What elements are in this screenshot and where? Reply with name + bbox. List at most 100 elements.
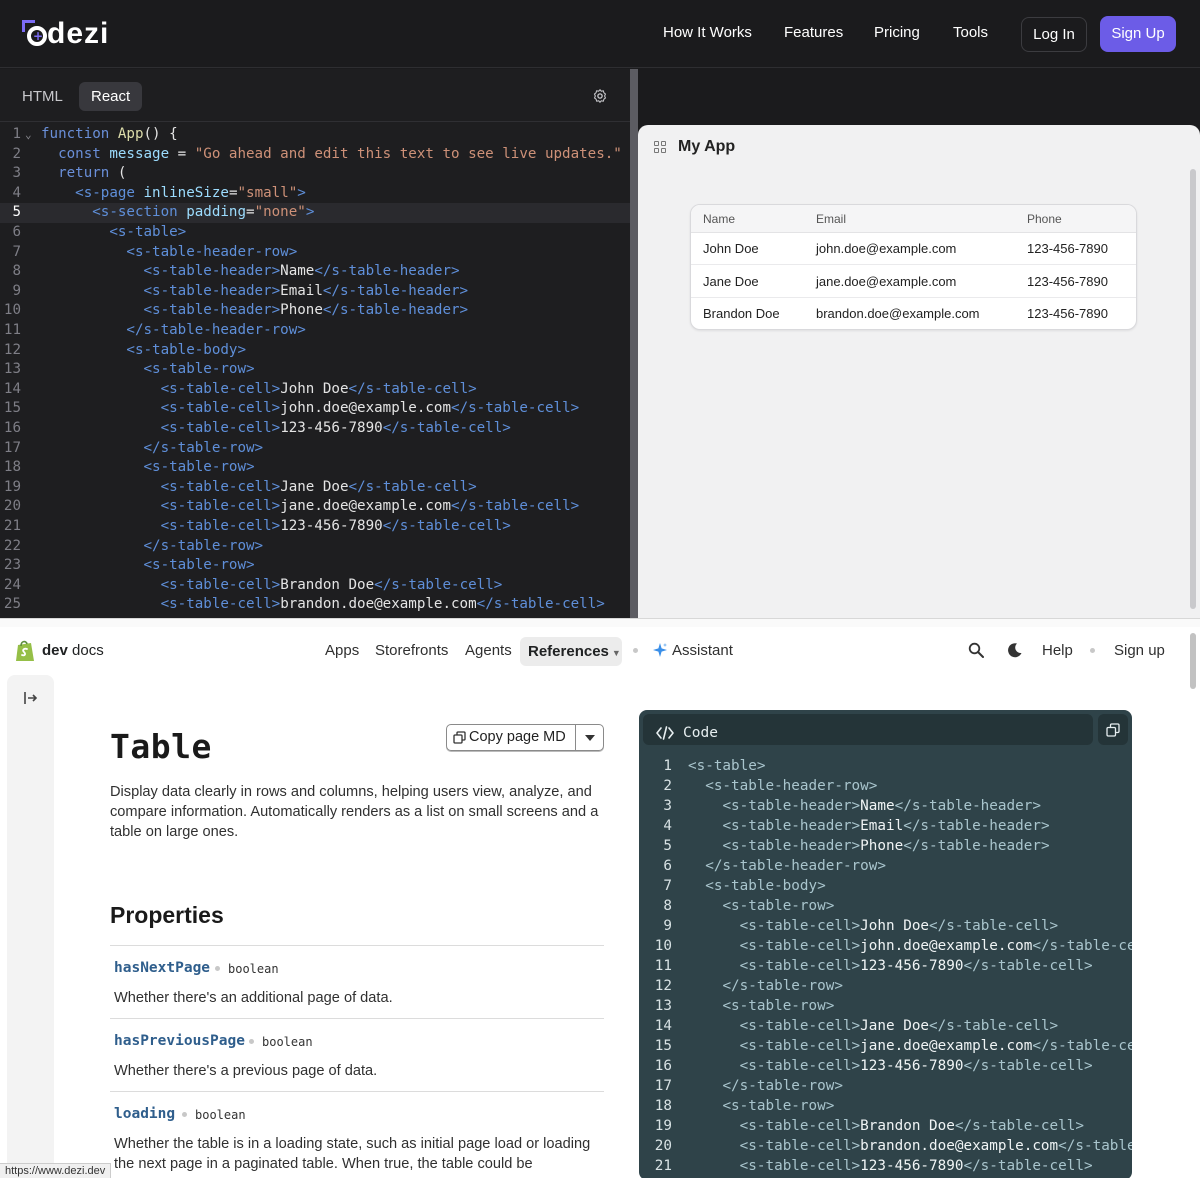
code-line[interactable]: 12 <s-table-body> — [0, 341, 630, 361]
nav-how-it-works[interactable]: How It Works — [663, 24, 752, 41]
code-text: <s-table-header>Phone</s-table-header> — [722, 838, 1050, 854]
line-number: 19 — [654, 1118, 672, 1134]
code-line[interactable]: 15 <s-table-cell>john.doe@example.com</s… — [0, 399, 630, 419]
login-button[interactable]: Log In — [1021, 17, 1087, 52]
fold-chevron-icon[interactable]: ⌄ — [25, 125, 32, 145]
copy-page-md-button[interactable]: Copy page MD — [447, 725, 576, 750]
top-navbar: + dezi How It Works Features Pricing Too… — [0, 0, 1200, 68]
code-text: <s-table-cell>123-456-7890</s-table-cell… — [160, 420, 511, 436]
table-cell: 123-456-7890 — [1027, 306, 1108, 321]
line-number: 18 — [654, 1098, 672, 1114]
signup-button[interactable]: Sign Up — [1100, 16, 1176, 52]
code-text: <s-table-header>Phone</s-table-header> — [143, 302, 469, 319]
property-item: hasPreviousPage boolean Whether there's … — [110, 1018, 604, 1091]
line-number: 6 — [12, 224, 21, 240]
code-line[interactable]: 16 <s-table-cell>123-456-7890</s-table-c… — [0, 419, 630, 439]
property-description: Whether the table is in a loading state,… — [114, 1136, 591, 1172]
code-line[interactable]: 11 </s-table-header-row> — [0, 321, 630, 341]
copy-options-dropdown[interactable] — [576, 725, 603, 750]
code-line[interactable]: 8 <s-table-header>Name</s-table-header> — [0, 262, 630, 282]
code-line[interactable]: 1 ⌄ function App() { — [0, 125, 630, 145]
line-number: 11 — [3, 322, 21, 338]
code-panel-label: Code — [683, 725, 718, 741]
docs-scrollbar[interactable] — [1190, 633, 1196, 689]
code-editor[interactable]: HTML React 1 ⌄ function App() {2 const mes… — [0, 69, 630, 618]
search-icon[interactable] — [968, 642, 984, 658]
code-line[interactable]: 6 <s-table> — [0, 223, 630, 243]
code-text: <s-table-cell>John Doe</s-table-cell> — [739, 918, 1059, 934]
property-name[interactable]: hasPreviousPage — [114, 1033, 245, 1049]
gear-icon[interactable] — [592, 88, 608, 104]
property-item: hasNextPage boolean Whether there's an a… — [110, 945, 604, 1018]
code-text: <s-table-cell>jane.doe@example.com</s-ta… — [739, 1038, 1132, 1054]
property-name[interactable]: hasNextPage — [114, 960, 210, 976]
nav-features[interactable]: Features — [784, 24, 843, 41]
code-panel-tab[interactable]: Code — [643, 714, 1093, 745]
line-number: 21 — [3, 518, 21, 534]
copy-code-button[interactable] — [1098, 714, 1128, 745]
code-line[interactable]: 9 <s-table-header>Email</s-table-header> — [0, 282, 630, 302]
code-line[interactable]: 23 <s-table-row> — [0, 556, 630, 576]
nav-tools[interactable]: Tools — [953, 24, 988, 41]
code-line[interactable]: 19 <s-table-cell>Jane Doe</s-table-cell> — [0, 478, 630, 498]
code-line[interactable]: 21 <s-table-cell>123-456-7890</s-table-c… — [0, 517, 630, 537]
code-text: <s-table-cell>jane.doe@example.com</s-ta… — [160, 498, 580, 515]
code-line[interactable]: 13 <s-table-row> — [0, 360, 630, 380]
code-line[interactable]: 20 <s-table-cell>jane.doe@example.com</s… — [0, 497, 630, 517]
code-line[interactable]: 10 <s-table-header>Phone</s-table-header… — [0, 301, 630, 321]
line-number: 17 — [654, 1078, 672, 1094]
code-line[interactable]: 7 <s-table-header-row> — [0, 243, 630, 263]
nav-agents[interactable]: Agents — [465, 642, 512, 659]
nav-assistant[interactable]: Assistant — [672, 642, 733, 659]
code-text: return ( — [58, 165, 127, 182]
preview-table: Name Email Phone John Doe john.doe@examp… — [690, 204, 1137, 330]
code-line[interactable]: 18 <s-table-row> — [0, 458, 630, 478]
code-text: <s-table-cell>123-456-7890</s-table-cell… — [739, 1158, 1093, 1174]
dezi-logo-icon: + — [22, 20, 48, 48]
sidebar-collapse-icon[interactable] — [23, 691, 39, 705]
code-line[interactable]: 3 return ( — [0, 164, 630, 184]
dezi-app: + dezi How It Works Features Pricing Too… — [0, 0, 1200, 618]
nav-storefronts[interactable]: Storefronts — [375, 642, 448, 659]
chevron-down-icon: ▼ — [611, 648, 621, 658]
code-line[interactable]: 17 </s-table-row> — [0, 439, 630, 459]
property-type: boolean — [195, 1108, 246, 1122]
code-text: <s-table> — [109, 224, 187, 240]
nav-apps[interactable]: Apps — [325, 642, 359, 659]
code-line[interactable]: 4 <s-page inlineSize="small"> — [0, 184, 630, 204]
code-line[interactable]: 5 <s-section padding="none"> — [0, 203, 630, 223]
brand-bold: dev — [42, 642, 68, 659]
preview-scrollbar[interactable] — [1190, 169, 1196, 609]
line-number: 14 — [3, 380, 21, 397]
code-line: 4 <s-table-header>Email</s-table-header> — [639, 816, 1132, 836]
nav-references[interactable]: References ▼ — [520, 637, 622, 666]
copy-page-label: Copy page MD — [469, 729, 566, 745]
dezi-logo[interactable]: + dezi — [22, 18, 109, 50]
nav-help[interactable]: Help — [1042, 642, 1073, 659]
nav-pricing[interactable]: Pricing — [874, 24, 920, 41]
pane-resize-handle[interactable] — [630, 69, 638, 618]
code-area[interactable]: 1 ⌄ function App() {2 const message = "Go … — [0, 125, 630, 618]
tab-html[interactable]: HTML — [10, 82, 75, 111]
table-row: Brandon Doe brandon.doe@example.com 123-… — [691, 298, 1136, 329]
property-type: boolean — [228, 962, 279, 976]
table-cell: Jane Doe — [703, 274, 759, 289]
code-line[interactable]: 22 </s-table-row> — [0, 537, 630, 557]
tab-react[interactable]: React — [79, 82, 143, 111]
code-text: <s-table> — [688, 758, 766, 774]
code-text: </s-table-header-row> — [126, 322, 306, 338]
separator-dot — [182, 1112, 187, 1117]
moon-icon[interactable] — [1007, 642, 1023, 658]
line-number: 5 — [663, 838, 672, 854]
property-name[interactable]: loading — [114, 1106, 175, 1122]
code-text: function App() { — [41, 126, 178, 142]
code-line[interactable]: 24 <s-table-cell>Brandon Doe</s-table-ce… — [0, 576, 630, 596]
nav-signup[interactable]: Sign up — [1114, 642, 1165, 659]
code-line[interactable]: 25 <s-table-cell>brandon.doe@example.com… — [0, 595, 630, 615]
code-line[interactable]: 14 <s-table-cell>John Doe</s-table-cell> — [0, 380, 630, 400]
code-line[interactable]: 2 const message = "Go ahead and edit thi… — [0, 145, 630, 165]
line-number: 22 — [3, 537, 21, 554]
dev-docs-brand[interactable]: dev docs — [42, 642, 104, 659]
shopify-bag-icon[interactable] — [14, 639, 36, 663]
code-text: <s-table-cell>Jane Doe</s-table-cell> — [160, 478, 477, 495]
